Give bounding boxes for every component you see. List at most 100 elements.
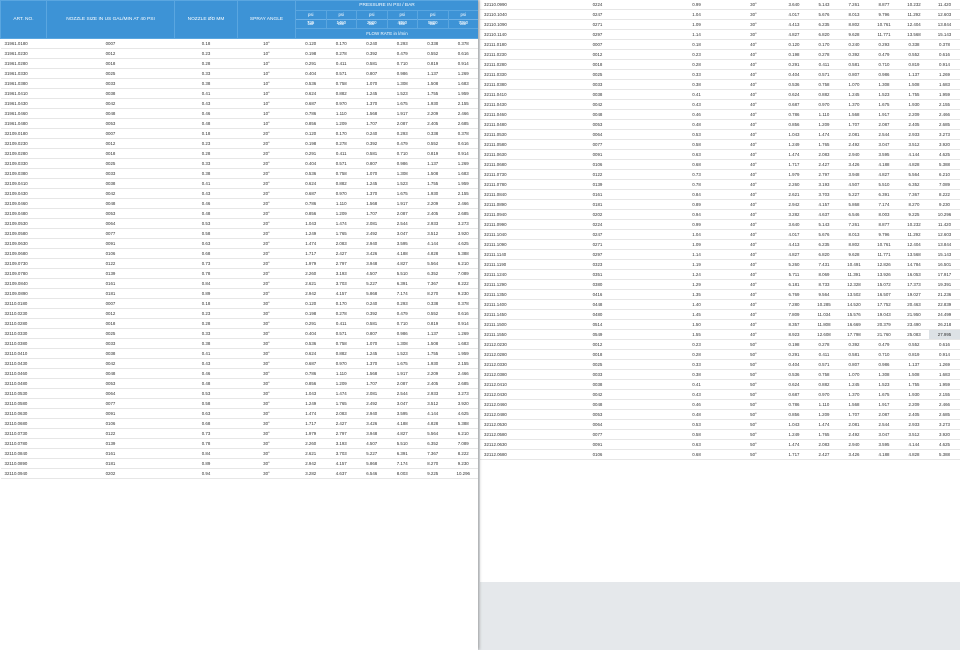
table-row: 32111.0180 0007 0.18 40° 0.120 0.170 0.240 0.29… bbox=[480, 39, 960, 50]
flow-rate-cell: 0.404 bbox=[295, 158, 326, 169]
table-row: 32110.0480 0053 0.48 30° 0.856 1.209 1.707 2.08… bbox=[0, 378, 478, 389]
table-row: 32109.0180 0007 0.18 20° 0.120 0.170 0.240 0.29… bbox=[0, 128, 478, 139]
flow-rate-cell: 8.003 bbox=[869, 209, 899, 220]
spray-angle-cell: 10° bbox=[237, 68, 296, 79]
flow-rate-cell: 2.933 bbox=[417, 218, 448, 229]
flow-rate-cell: 0.536 bbox=[295, 168, 326, 179]
flow-rate-table-right: 32110.0990 0224 0.99 30° 3.640 5.143 7.261 8.87… bbox=[480, 0, 960, 460]
flow-rate-cell: 6.235 bbox=[809, 239, 839, 250]
spray-angle-cell: 30° bbox=[237, 408, 296, 419]
table-row: 32110.0230 0012 0.23 30° 0.198 0.278 0.392 0.47… bbox=[0, 308, 478, 319]
nozzle-diameter-cell: 0.46 bbox=[174, 368, 238, 379]
flow-rate-cell: 0.338 bbox=[417, 298, 448, 309]
flow-rate-cell: 7.280 bbox=[779, 299, 809, 310]
flow-rate-cell: 0.616 bbox=[448, 48, 478, 59]
nozzle-diameter-cell: 1.24 bbox=[665, 269, 728, 280]
flow-rate-cell: 10.232 bbox=[899, 219, 929, 230]
flow-rate-cell: 0.392 bbox=[356, 308, 387, 319]
nozzle-diameter-cell: 0.41 bbox=[665, 89, 728, 100]
flow-rate-cell: 0.710 bbox=[869, 349, 899, 360]
psi-label: psi bbox=[399, 12, 406, 17]
table-row: 32111.1090 0271 1.09 40° 4.413 6.235 8.802 10.7… bbox=[480, 239, 960, 250]
flow-rate-cell: 1.370 bbox=[356, 98, 387, 109]
flow-rate-cell: 3.273 bbox=[448, 218, 478, 229]
flow-rate-cell: 5.227 bbox=[356, 278, 387, 289]
flow-rate-cell: 6.352 bbox=[899, 179, 929, 190]
flow-rate-cell: 1.508 bbox=[899, 79, 929, 90]
flow-rate-cell: 0.378 bbox=[448, 298, 478, 309]
art-no-cell: 32111.1550 bbox=[480, 329, 530, 340]
table-row: 32112.0480 0053 0.48 50° 0.856 1.209 1.707 2.08… bbox=[480, 409, 960, 420]
flow-rate-cell: 20.379 bbox=[869, 319, 899, 330]
spray-angle-cell: 40° bbox=[728, 129, 779, 140]
nozzle-size-cell: 0380 bbox=[530, 279, 665, 290]
spray-angle-cell: 40° bbox=[728, 109, 779, 120]
flow-rate-cell: 5.868 bbox=[356, 458, 387, 469]
flow-rate-cell: 0.819 bbox=[417, 318, 448, 329]
flow-rate-cell: 0.786 bbox=[295, 198, 326, 209]
flow-rate-cell: 3.595 bbox=[869, 439, 899, 450]
spray-angle-cell: 30° bbox=[237, 438, 296, 449]
flow-rate-cell: 0.616 bbox=[929, 49, 960, 60]
flow-rate-cell: 23.490 bbox=[899, 319, 929, 330]
art-no-cell: 32110.0580 bbox=[0, 398, 47, 409]
flow-rate-cell: 0.970 bbox=[326, 98, 357, 109]
flow-rate-cell: 3.426 bbox=[356, 418, 387, 429]
flow-rate-cell: 0.807 bbox=[356, 158, 387, 169]
art-no-cell: 32110.1140 bbox=[480, 29, 530, 40]
spray-angle-cell: 40° bbox=[728, 299, 779, 310]
flow-rate-cell: 0.687 bbox=[779, 389, 809, 400]
flow-rate-cell: 0.411 bbox=[809, 59, 839, 70]
flow-rate-cell: 0.856 bbox=[295, 208, 326, 219]
art-no-cell: 32109.0460 bbox=[0, 198, 47, 209]
flow-rate-cell: 4.827 bbox=[869, 169, 899, 180]
table-row: 32110.1040 0247 1.04 30° 4.017 5.676 8.013 9.79… bbox=[480, 9, 960, 20]
spray-angle-cell: 40° bbox=[728, 179, 779, 190]
table-row: 32111.0730 0122 0.73 40° 1.979 2.797 3.948 4.82… bbox=[480, 169, 960, 180]
flow-rate-cell: 1.269 bbox=[448, 328, 478, 339]
spray-angle-cell: 40° bbox=[728, 209, 779, 220]
flow-rate-cell: 1.707 bbox=[839, 409, 869, 420]
art-no-cell: 32110.0890 bbox=[0, 458, 47, 469]
art-no-cell: 32111.0460 bbox=[480, 109, 530, 120]
flow-rate-cell: 16.669 bbox=[839, 319, 869, 330]
flow-rate-cell: 14.784 bbox=[899, 259, 929, 270]
flow-rate-cell: 3.920 bbox=[929, 429, 960, 440]
flow-rate-cell: 2.155 bbox=[448, 358, 478, 369]
flow-rate-cell: 6.181 bbox=[779, 279, 809, 290]
flow-rate-cell: 2.081 bbox=[356, 388, 387, 399]
table-row: 32110.0180 0007 0.18 30° 0.120 0.170 0.240 0.29… bbox=[0, 298, 478, 309]
table-row: 32111.0230 0012 0.23 40° 0.198 0.278 0.392 0.47… bbox=[480, 49, 960, 60]
flow-rate-cell: 0.293 bbox=[387, 38, 418, 49]
nozzle-diameter-cell: 0.68 bbox=[174, 248, 238, 259]
art-no-cell: 32111.1090 bbox=[480, 239, 530, 250]
flow-rate-cell: 11.808 bbox=[809, 319, 839, 330]
flow-rate-cell: 2.492 bbox=[839, 139, 869, 150]
spray-angle-cell: 30° bbox=[237, 418, 296, 429]
flow-rate-cell: 0.338 bbox=[417, 128, 448, 139]
flow-rate-cell: 10.232 bbox=[899, 0, 929, 10]
flow-rate-cell: 0.687 bbox=[295, 358, 326, 369]
flow-rate-cell: 2.621 bbox=[779, 189, 809, 200]
flow-rate-cell: 4.637 bbox=[809, 209, 839, 220]
nozzle-size-cell: 0042 bbox=[46, 98, 175, 109]
table-row: 32110.1140 0297 1.14 30° 4.827 6.820 9.628 11.7… bbox=[480, 29, 960, 40]
flow-rate-cell: 1.245 bbox=[839, 379, 869, 390]
flow-rate-cell: 3.595 bbox=[387, 238, 418, 249]
flow-rate-cell: 0.552 bbox=[899, 49, 929, 60]
flow-rate-cell: 2.466 bbox=[929, 399, 960, 410]
nozzle-diameter-cell: 0.38 bbox=[665, 369, 728, 380]
nozzle-diameter-cell: 0.53 bbox=[665, 129, 728, 140]
flow-rate-cell: 25.083 bbox=[899, 329, 929, 340]
flow-rate-cell: 0.291 bbox=[779, 349, 809, 360]
flow-rate-cell: 0.411 bbox=[326, 318, 357, 329]
flow-rate-cell: 9.796 bbox=[869, 229, 899, 240]
table-row: 32111.1400 0448 1.40 40° 7.280 10.285 14.520 17… bbox=[480, 299, 960, 310]
flow-rate-cell: 4.017 bbox=[779, 9, 809, 20]
spray-angle-cell: 40° bbox=[728, 229, 779, 240]
flow-rate-cell: 0.758 bbox=[809, 79, 839, 90]
nozzle-size-cell: 0018 bbox=[46, 58, 175, 69]
flow-rate-cell: 19.043 bbox=[869, 309, 899, 320]
art-no-cell: 32111.0630 bbox=[480, 149, 530, 160]
flow-rate-cell: 6.210 bbox=[448, 258, 478, 269]
